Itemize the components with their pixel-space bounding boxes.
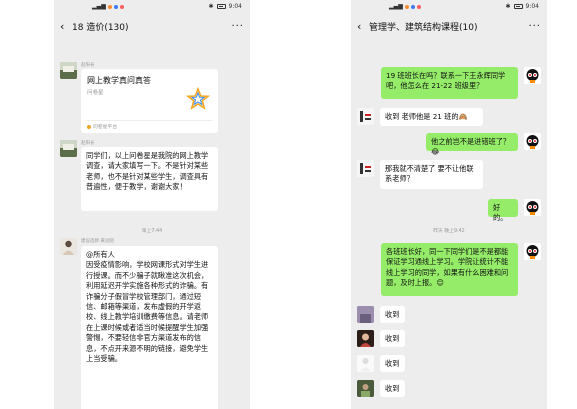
my-avatar[interactable]: [524, 133, 541, 150]
card-source: 问卷星平台: [87, 123, 117, 130]
more-options-button[interactable]: ···: [231, 21, 244, 32]
status-icons: ▂▄▆: [359, 3, 421, 10]
chat-title: 18 造价(130): [72, 22, 129, 33]
sender-name: 赵阳长: [81, 141, 95, 146]
cartoon-avatar-image: [524, 67, 541, 84]
message-bubble-sent[interactable]: 好的。: [488, 199, 518, 222]
avatar-image: [60, 238, 77, 255]
back-arrow-icon[interactable]: ‹: [60, 20, 72, 33]
message-bubble[interactable]: 同学们，以上问卷星是我院的网上教学调查，请大家填写一下。不是针对某些老师，也不是…: [81, 147, 218, 211]
avatar-image: [357, 380, 374, 397]
signal-icon: ▂▄▆: [92, 3, 106, 10]
bluetooth-icon: ✱: [505, 3, 511, 10]
app-notification-icon: [416, 4, 421, 9]
message-bubble-sent[interactable]: 各班班长好，同一下同学们是不是都能保证学习通线上学习。学院让统计不能线上学习的同…: [381, 243, 518, 296]
avatar-image: [357, 108, 374, 125]
right-chat-screen: ▂▄▆ ✱ 9:04 ‹ 管理学、建筑结构课程(10) ··· 19 班班长在吗…: [351, 0, 547, 409]
bluetooth-icon: ✱: [208, 3, 214, 10]
my-avatar[interactable]: [524, 199, 541, 216]
timestamp: 早上7:44: [141, 229, 163, 234]
battery-icon: [513, 4, 523, 9]
message-bubble-received[interactable]: 收到 老师他是 21 班的🙈: [380, 108, 483, 126]
battery-icon: [216, 4, 226, 9]
more-options-button[interactable]: ···: [528, 21, 541, 32]
message-bubble-received[interactable]: 收到: [380, 380, 405, 397]
app-notification-icon: [113, 4, 118, 9]
cartoon-avatar-image: [524, 199, 541, 216]
avatar-image: [357, 160, 374, 177]
status-bar: ▂▄▆ ✱ 9:04: [54, 0, 250, 13]
app-notification-icon: [410, 4, 415, 9]
message-bubble-sent[interactable]: 19 班班长在吗？联系一下王永辉同学吧，他怎么在 21-22 班级里？: [381, 67, 518, 99]
message-bubble-received[interactable]: 收到: [380, 355, 405, 372]
avatar[interactable]: [60, 140, 77, 157]
status-icons: ▂▄▆: [62, 3, 124, 10]
card-source-label: 问卷星平台: [93, 125, 117, 130]
sender-name: 赵阳长: [81, 63, 95, 68]
card-title: 网上教学真问真答: [87, 76, 151, 85]
card-divider: [87, 120, 212, 121]
chat-header: ‹ 18 造价(130) ···: [54, 13, 250, 39]
avatar[interactable]: [357, 306, 374, 323]
shared-card[interactable]: 网上教学真问真答 问卷星 问卷星平台: [81, 69, 218, 133]
avatar[interactable]: [357, 160, 374, 177]
signal-icon: ▂▄▆: [389, 3, 403, 10]
message-bubble-sent[interactable]: 他之前岂不是进错班了？😂: [426, 133, 518, 156]
left-chat-screen: ▂▄▆ ✱ 9:04 ‹ 18 造价(130) ··· 赵阳长 网上教学真问真答…: [54, 0, 250, 409]
message-bubble-received[interactable]: 收到: [380, 330, 405, 347]
message-bubble[interactable]: @所有人 因受疫情影响，学校网课形式对学生进行授课。而不少骗子就瞅准这次机会，利…: [81, 246, 218, 409]
card-subtitle: 问卷星: [87, 90, 104, 96]
message-bubble-received[interactable]: 收到: [380, 306, 405, 323]
avatar-image: [357, 306, 374, 323]
my-avatar[interactable]: [524, 243, 541, 260]
message-bubble-received[interactable]: 那我就不清楚了 要不让他联系老师？: [380, 160, 483, 189]
app-notification-icon: [119, 4, 124, 9]
status-bar: ▂▄▆ ✱ 9:04: [351, 0, 547, 13]
sender-name: 建设选修.黄淡陌: [81, 239, 114, 244]
status-time: 9:04: [228, 3, 242, 10]
status-indicators: ✱ 9:04: [208, 3, 242, 10]
status-time: 9:04: [525, 3, 539, 10]
wenjuanxing-icon: [87, 124, 91, 129]
avatar[interactable]: [357, 108, 374, 125]
timestamp: 昨天 晚上9:42: [433, 229, 465, 234]
avatar[interactable]: [357, 330, 374, 347]
avatar[interactable]: [357, 355, 374, 372]
chat-header: ‹ 管理学、建筑结构课程(10) ···: [351, 13, 547, 39]
avatar-image: [357, 330, 374, 347]
avatar-image: [357, 355, 374, 372]
chat-title: 管理学、建筑结构课程(10): [369, 22, 478, 33]
back-arrow-icon[interactable]: ‹: [357, 20, 369, 33]
star-icon: [186, 87, 210, 110]
app-notification-icon: [107, 4, 112, 9]
status-indicators: ✱ 9:04: [505, 3, 539, 10]
avatar-image: [60, 62, 77, 79]
my-avatar[interactable]: [524, 67, 541, 84]
avatar[interactable]: [60, 238, 77, 255]
cartoon-avatar-image: [524, 243, 541, 260]
avatar-image: [60, 140, 77, 157]
avatar[interactable]: [357, 380, 374, 397]
app-notification-icon: [404, 4, 409, 9]
cartoon-avatar-image: [524, 133, 541, 150]
avatar[interactable]: [60, 62, 77, 79]
